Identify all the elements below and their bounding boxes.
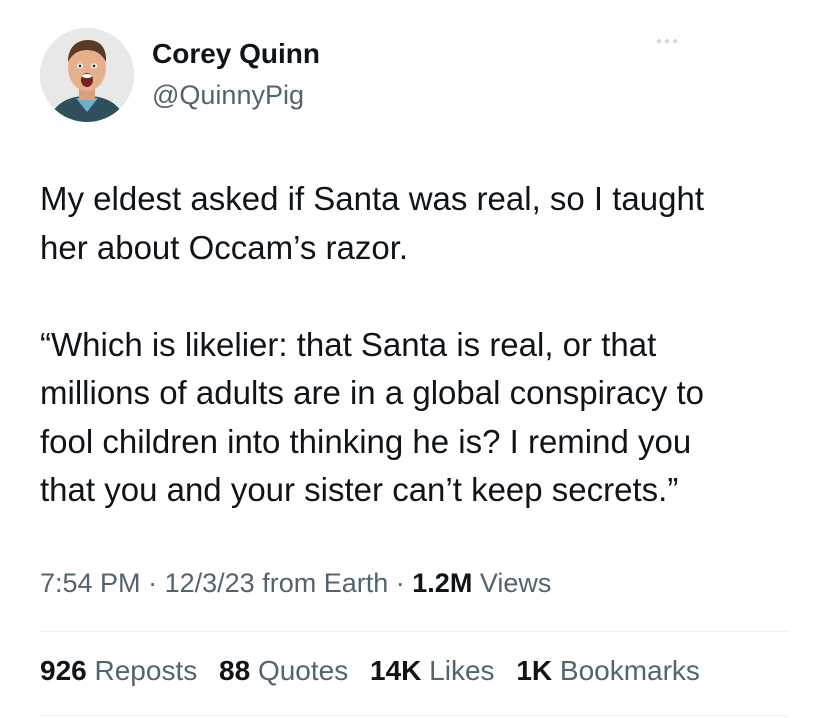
quotes-label: Quotes bbox=[257, 655, 349, 686]
reposts-stat[interactable]: 926 Reposts bbox=[40, 655, 197, 687]
reposts-count: 926 bbox=[40, 655, 87, 686]
tweet-text: My eldest asked if Santa was real, so I … bbox=[40, 175, 800, 515]
tweet-paragraph: My eldest asked if Santa was real, so I … bbox=[40, 180, 705, 266]
tweet-time[interactable]: 7:54 PM bbox=[40, 568, 141, 598]
quotes-stat[interactable]: 88 Quotes bbox=[219, 655, 348, 687]
bookmarks-label: Bookmarks bbox=[559, 655, 700, 686]
bookmarks-count: 1K bbox=[516, 655, 553, 686]
avatar-image bbox=[40, 28, 134, 122]
likes-stat[interactable]: 14K Likes bbox=[370, 655, 495, 687]
meta-separator: · bbox=[148, 568, 158, 598]
divider bbox=[40, 631, 788, 632]
views-count: 1.2M bbox=[412, 568, 473, 598]
tweet-source: from Earth bbox=[262, 568, 389, 598]
tweet-card: Corey Quinn @QuinnyPig ●●● My eldest ask… bbox=[0, 0, 828, 718]
avatar[interactable] bbox=[40, 28, 134, 122]
tweet-meta: 7:54 PM · 12/3/23 from Earth · 1.2M View… bbox=[40, 568, 551, 599]
quotes-count: 88 bbox=[219, 655, 251, 686]
more-options-icon[interactable]: ●●● bbox=[656, 36, 678, 47]
reposts-label: Reposts bbox=[94, 655, 198, 686]
author-name[interactable]: Corey Quinn bbox=[152, 38, 320, 70]
divider bbox=[40, 715, 788, 716]
author-handle[interactable]: @QuinnyPig bbox=[152, 80, 304, 111]
views-label: Views bbox=[479, 568, 552, 598]
meta-separator: · bbox=[395, 568, 405, 598]
likes-count: 14K bbox=[370, 655, 422, 686]
tweet-paragraph: “Which is likelier: that Santa is real, … bbox=[40, 325, 705, 509]
likes-label: Likes bbox=[429, 655, 495, 686]
tweet-date[interactable]: 12/3/23 bbox=[165, 568, 255, 598]
engagement-stats: 926 Reposts 88 Quotes 14K Likes 1K Bookm… bbox=[40, 655, 714, 687]
bookmarks-stat[interactable]: 1K Bookmarks bbox=[516, 655, 700, 687]
